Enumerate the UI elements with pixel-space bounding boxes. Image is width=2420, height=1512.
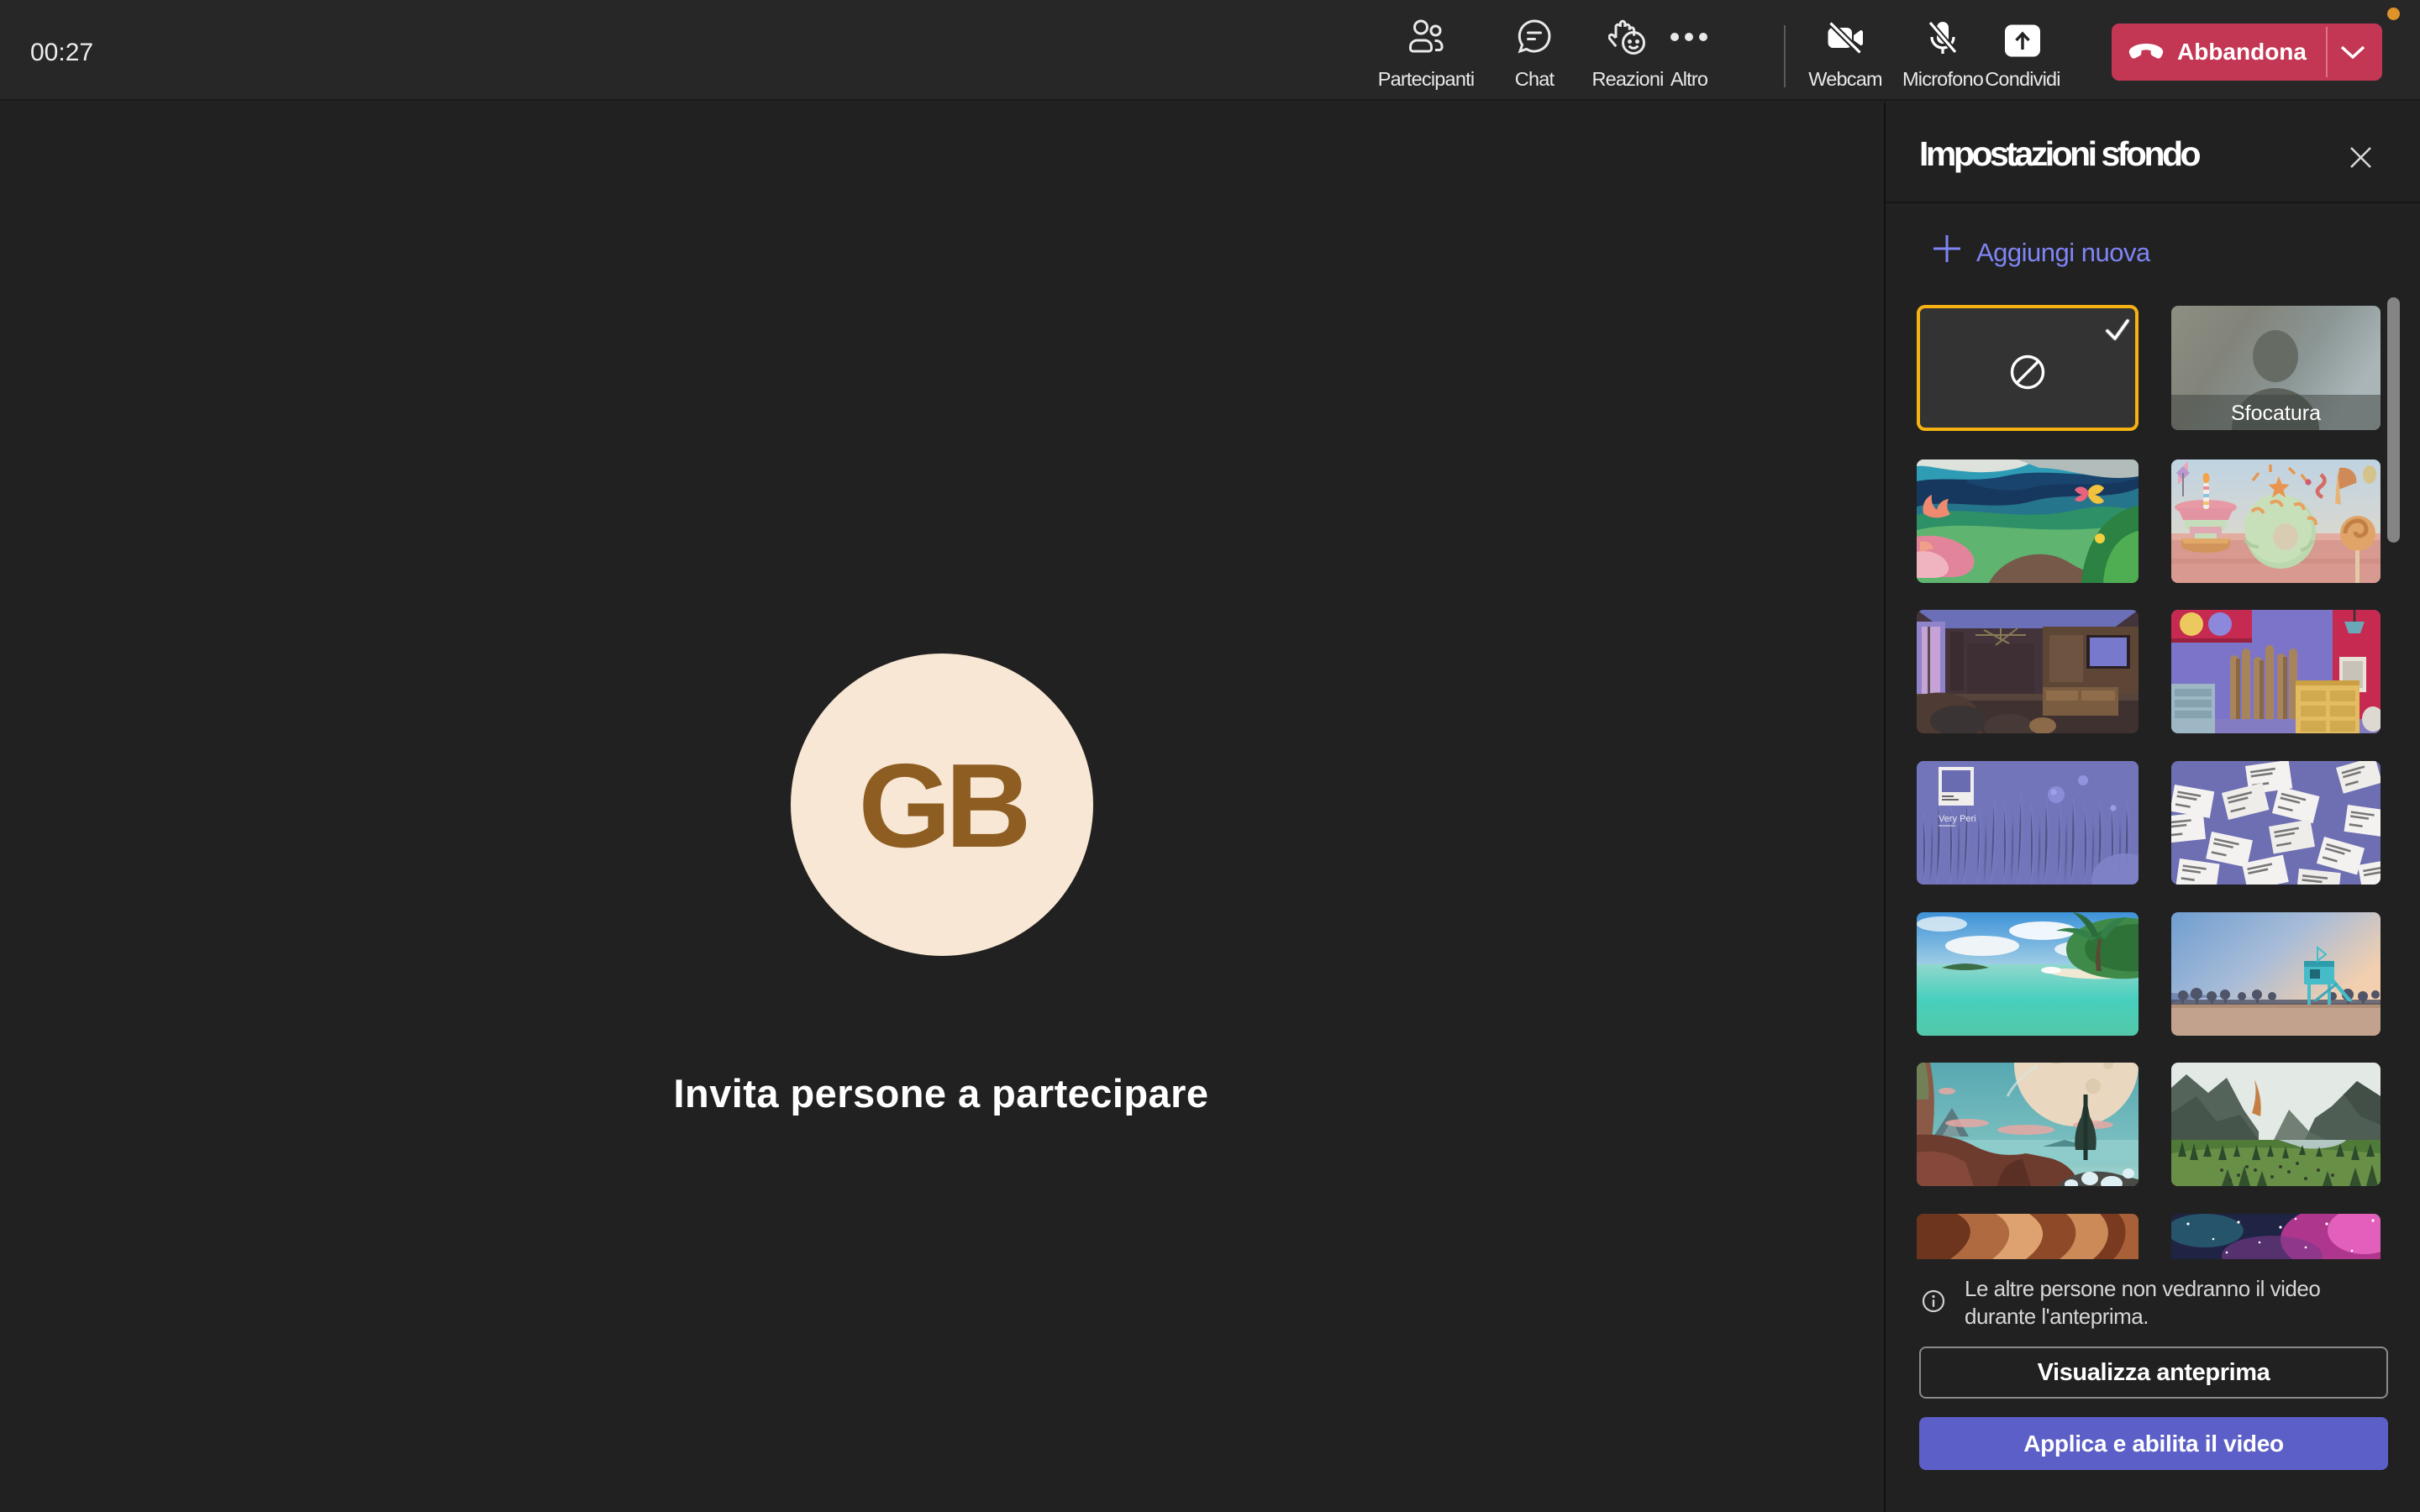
svg-text:Very Peri: Very Peri — [1939, 814, 1976, 824]
